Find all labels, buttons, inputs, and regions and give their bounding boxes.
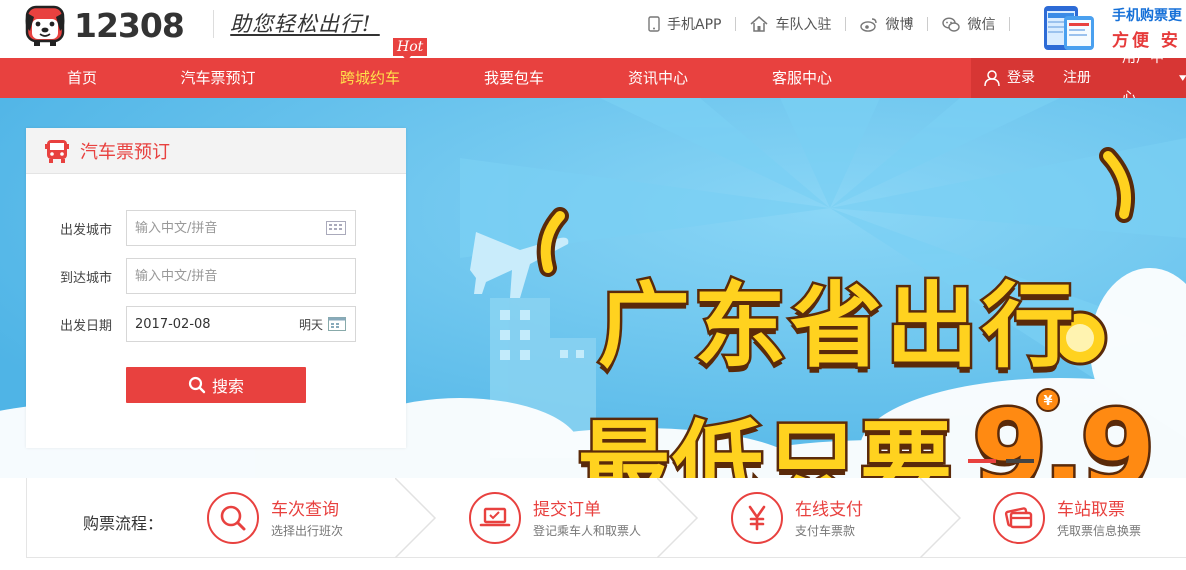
nav-customer-service[interactable]: 客服中心 [750,58,854,98]
step-title: 提交订单 [533,500,601,520]
link-divider [735,17,737,31]
from-city-label: 出发城市 [60,223,113,238]
weibo-link-label: 微博 [885,17,914,33]
step-title: 在线支付 [795,500,863,520]
weibo-icon [860,17,878,32]
date-hint: 明天 [299,318,324,332]
chevron-down-icon [1178,75,1186,81]
laptop-icon [479,507,511,527]
search-button-label: 搜索 [211,379,244,396]
link-divider [1009,17,1011,31]
to-city-label: 到达城市 [60,271,113,286]
date-label: 出发日期 [60,319,113,334]
wechat-link[interactable]: 微信 [942,14,995,34]
user-area: 登录 注册 用户中心 [971,50,1186,106]
register-button[interactable]: 注册 [1063,58,1091,98]
login-button[interactable]: 登录 [983,58,1035,98]
nav-intercity-ride[interactable]: 跨城约车 [318,58,422,98]
chevron-right-icon [395,478,437,558]
header-divider [213,10,214,38]
user-icon [984,70,1000,87]
to-city-row: 到达城市 [26,258,406,294]
banner-headline: 广东省出行 [595,271,1079,383]
nav-home[interactable]: 首页 [40,58,124,98]
fleet-link[interactable]: 车队入驻 [750,14,831,34]
step-icon-circle [207,492,259,544]
phone-icon [648,16,660,32]
nav-news[interactable]: 资讯中心 [606,58,710,98]
city-list-icon[interactable] [326,221,346,235]
panel-title: 汽车票预订 [80,141,170,163]
calendar-icon[interactable] [328,317,346,331]
date-row: 出发日期 明天 [26,306,406,342]
step-subtitle: 支付车票款 [795,524,856,538]
user-center-menu[interactable]: 用户中心 [1122,50,1186,106]
yen-icon [748,505,766,531]
step-title: 车次查询 [271,500,339,520]
process-label: 购票流程： [83,514,164,533]
step-subtitle: 选择出行班次 [271,524,344,538]
login-label: 登录 [1007,70,1035,86]
step-title: 车站取票 [1057,500,1125,520]
from-city-input[interactable] [126,210,356,246]
wechat-icon [942,16,961,32]
wechat-link-label: 微信 [967,17,996,33]
link-divider [927,17,929,31]
step-icon-circle [993,492,1045,544]
site-logo[interactable]: 12308 [24,2,185,48]
top-links: 手机APP 车队入驻 微博 微信 [648,14,1024,34]
bus-icon [45,139,69,163]
step-icon-circle [731,492,783,544]
search-icon [188,376,206,394]
home-icon [750,16,768,32]
banner-subheadline: 最低只要 [575,409,955,479]
from-city-row: 出发城市 [26,210,406,246]
panel-header: 汽车票预订 [26,128,406,174]
nav-bus-tickets[interactable]: 汽车票预订 [160,58,276,98]
nav-charter[interactable]: 我要包车 [462,58,566,98]
card-icon [1004,507,1033,529]
slogan-underline [230,34,380,36]
weibo-link[interactable]: 微博 [860,14,913,34]
logo-text: 12308 [74,5,185,45]
top-header: 12308 助您轻松出行! 手机APP 车队入驻 微博 微信 手机购票更 方便 … [0,0,1186,58]
chevron-right-icon [920,478,962,558]
app-link-label: 手机APP [667,17,722,33]
search-button[interactable]: 搜索 [126,367,306,403]
link-divider [845,17,847,31]
hot-badge: Hot [393,38,428,61]
carousel-dot-1[interactable] [968,459,996,463]
ticket-booking-panel: 汽车票预订 出发城市 到达城市 出发日期 明天 搜索 [26,128,406,448]
app-link[interactable]: 手机APP [648,14,721,34]
step-subtitle: 登记乘车人和取票人 [533,524,642,538]
purchase-process: 购票流程： 车次查询 选择出行班次 提交订单 登记乘车人和取票人 在线支付 支付… [26,478,1186,558]
step-subtitle: 凭取票信息换票 [1057,524,1142,538]
carousel-dot-2[interactable] [1006,459,1034,463]
search-icon [220,505,246,531]
main-nav: 首页 汽车票预订 跨城约车 Hot 我要包车 资讯中心 客服中心 登录 注册 用… [0,38,1186,106]
phone-promo-icon [1044,6,1094,50]
promo-line-1: 手机购票更 [1112,8,1182,24]
step-icon-circle [469,492,521,544]
fleet-link-label: 车队入驻 [775,17,832,33]
dog-logo-icon [25,5,65,46]
banner-price: 9.9 [969,386,1157,479]
to-city-input[interactable] [126,258,356,294]
chevron-right-icon [657,478,699,558]
